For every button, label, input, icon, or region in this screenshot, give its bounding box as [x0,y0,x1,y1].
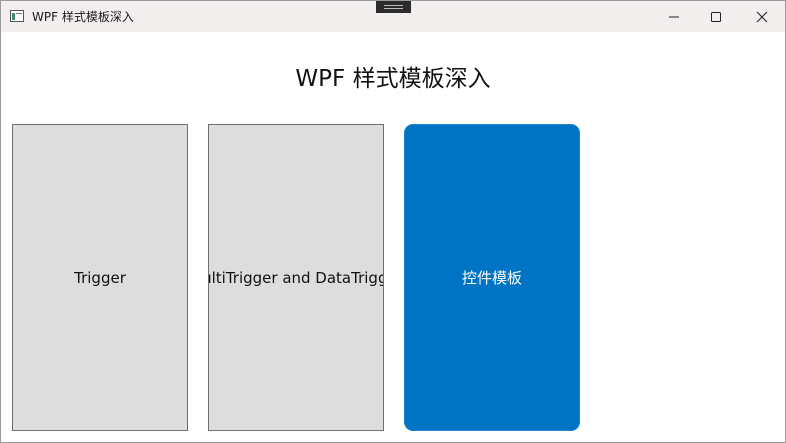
multitrigger-datatrigger-button[interactable]: MultiTrigger and DataTrigger [208,124,384,431]
snap-grip-handle[interactable] [376,1,411,13]
close-button[interactable] [739,1,785,32]
control-template-button[interactable]: 控件模板 [404,124,580,431]
trigger-button[interactable]: Trigger [12,124,188,431]
minimize-button[interactable] [651,1,697,32]
window-content: WPF 样式模板深入 Trigger MultiTrigger and Data… [1,32,785,442]
maximize-button[interactable] [693,1,739,32]
page-title: WPF 样式模板深入 [295,66,491,92]
window-title: WPF 样式模板深入 [32,10,134,24]
control-template-button-label: 控件模板 [461,269,522,287]
minimize-icon [669,16,679,18]
close-icon [756,11,768,23]
title-bar[interactable]: WPF 样式模板深入 [1,1,785,32]
multitrigger-datatrigger-button-label: MultiTrigger and DataTrigger [209,268,383,287]
app-icon [10,10,24,22]
app-window: WPF 样式模板深入 WPF 样式模板深入 Trigger ltiTrigger… [0,0,786,443]
maximize-icon [711,12,721,22]
trigger-button-label: Trigger [74,268,126,287]
